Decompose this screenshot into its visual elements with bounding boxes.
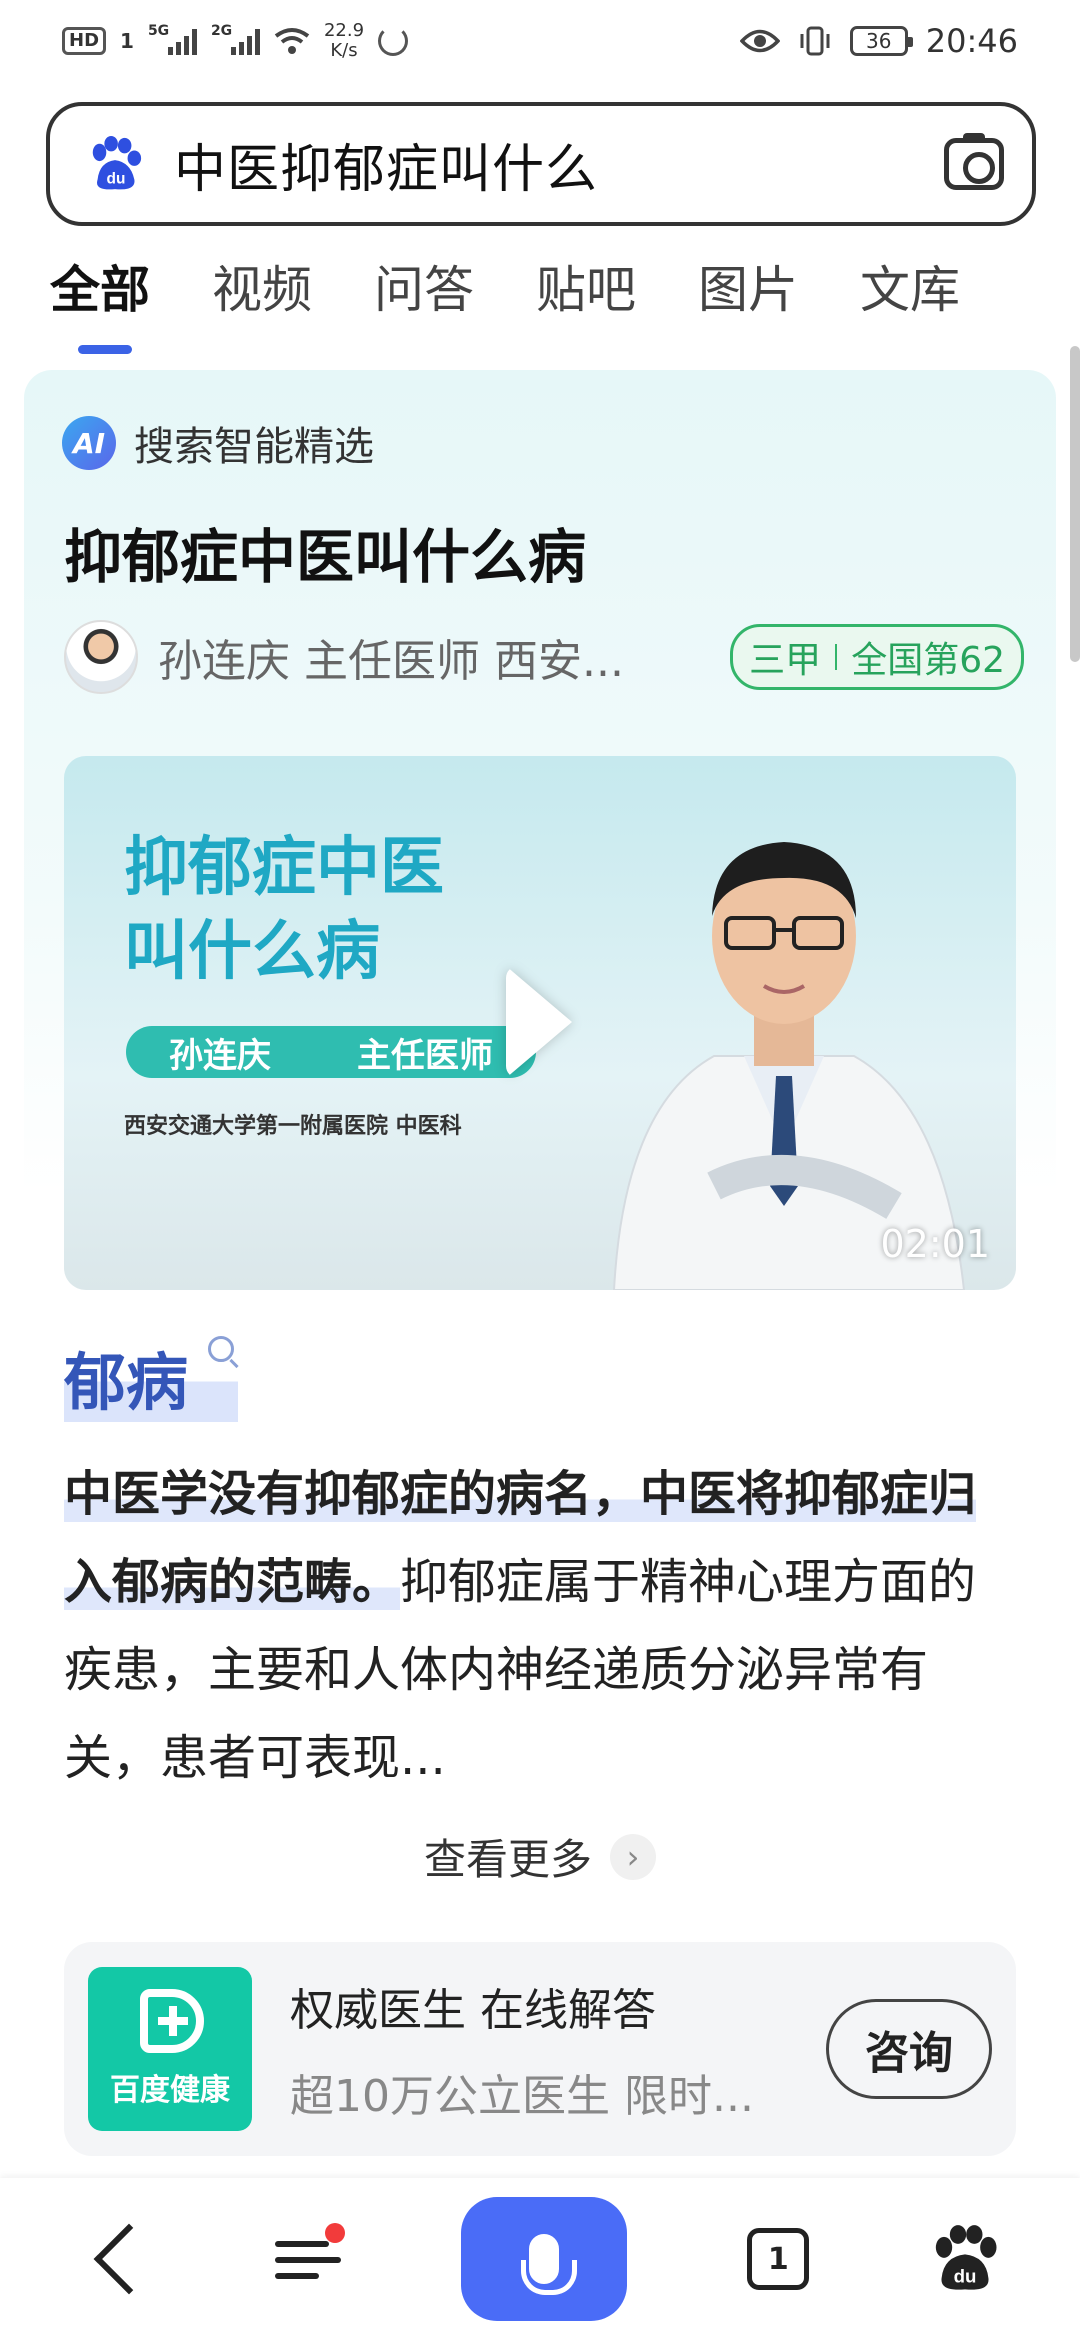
see-more-label: 查看更多 (423, 1835, 592, 1884)
ai-icon: AI (62, 416, 116, 470)
network-speed: 22.9 K/s (323, 20, 365, 61)
tab-images[interactable]: 图片 (698, 250, 798, 336)
consult-button[interactable]: 咨询 (826, 1999, 992, 2099)
scrollbar[interactable] (1070, 346, 1080, 662)
status-bar: HD 1 5G 2G 22.9 K/s 36 20:46 (0, 0, 1080, 82)
search-icon[interactable] (208, 1336, 234, 1362)
vibrate-icon (800, 26, 830, 56)
health-consult-card[interactable]: 百度健康 权威医生 在线解答 超10万公立医生 限时... 咨询 (64, 1942, 1016, 2156)
battery-icon: 36 (849, 26, 913, 56)
answer-title[interactable]: 抑郁症中医叫什么病 (64, 510, 586, 594)
search-input[interactable]: 中医抑郁症叫什么 (174, 127, 598, 202)
search-bar[interactable]: du 中医抑郁症叫什么 (46, 102, 1036, 226)
result-tabs: 全部 视频 问答 贴吧 图片 文库 (50, 250, 1080, 354)
baidu-paw-icon: du (92, 135, 142, 190)
notification-dot (324, 2223, 345, 2243)
camera-icon[interactable] (944, 133, 1004, 190)
doctor-image (612, 842, 966, 1290)
health-title: 权威医生 在线解答 (290, 1985, 656, 2036)
sim-number: 1 (120, 29, 134, 53)
see-more-button[interactable]: 查看更多 › (24, 1826, 1056, 1887)
video-duration: 02:01 (880, 1222, 990, 1266)
tab-video[interactable]: 视频 (212, 250, 312, 336)
tab-qa[interactable]: 问答 (374, 250, 474, 336)
tab-tieba[interactable]: 贴吧 (536, 250, 636, 336)
video-subtitle: 西安交通大学第一附属医院 中医科 (124, 1114, 462, 1139)
loading-icon (378, 26, 409, 56)
voice-search-button[interactable] (460, 2197, 627, 2321)
eye-icon (739, 29, 780, 53)
clock: 20:46 (925, 22, 1018, 60)
play-icon[interactable] (506, 966, 572, 1078)
hd-indicator: HD (62, 27, 107, 55)
video-title: 抑郁症中医 叫什么病 (124, 831, 444, 989)
hospital-badge: 三甲 全国第62 (730, 624, 1024, 690)
doctor-info: 孙连庆 主任医师 西安... (158, 636, 624, 687)
ai-label: 搜索智能精选 (134, 424, 374, 470)
baidu-health-logo: 百度健康 (88, 1967, 252, 2131)
health-subtitle: 超10万公立医生 限时... (290, 2071, 754, 2122)
svg-text:du: du (953, 2265, 976, 2286)
tab-all[interactable]: 全部 (50, 250, 150, 354)
tabs-count-button[interactable]: 1 (747, 2228, 810, 2290)
doctor-avatar (64, 620, 138, 694)
ai-answer-card: AI 搜索智能精选 抑郁症中医叫什么病 孙连庆 主任医师 西安... 三甲 全国第… (24, 370, 1056, 2200)
signal-5g-icon: 5G (148, 23, 197, 55)
tab-wenku[interactable]: 文库 (860, 250, 960, 336)
microphone-icon (520, 2234, 577, 2295)
video-doctor-pill: 孙连庆 主任医师 (126, 1026, 536, 1078)
bottom-nav: 1 du (0, 2178, 1080, 2340)
ai-header: AI 搜索智能精选 (62, 414, 374, 472)
answer-text: 中医学没有抑郁症的病名，中医将抑郁症归入郁病的范畴。抑郁症属于精神心理方面的疾患… (64, 1450, 1016, 1802)
menu-icon[interactable] (274, 2223, 345, 2285)
chevron-right-icon: › (610, 1833, 656, 1880)
back-icon[interactable] (93, 2223, 165, 2295)
wifi-icon (274, 28, 310, 54)
svg-text:du: du (107, 170, 126, 187)
video-player[interactable]: 抑郁症中医 叫什么病 孙连庆 主任医师 西安交通大学第一附属医院 中医科 02:… (64, 756, 1016, 1290)
signal-2g-icon: 2G (211, 23, 260, 55)
baidu-home-icon[interactable]: du (930, 2224, 1000, 2294)
health-plus-icon (140, 1989, 204, 2053)
doctor-row[interactable]: 孙连庆 主任医师 西安... 三甲 全国第62 (64, 620, 1024, 694)
